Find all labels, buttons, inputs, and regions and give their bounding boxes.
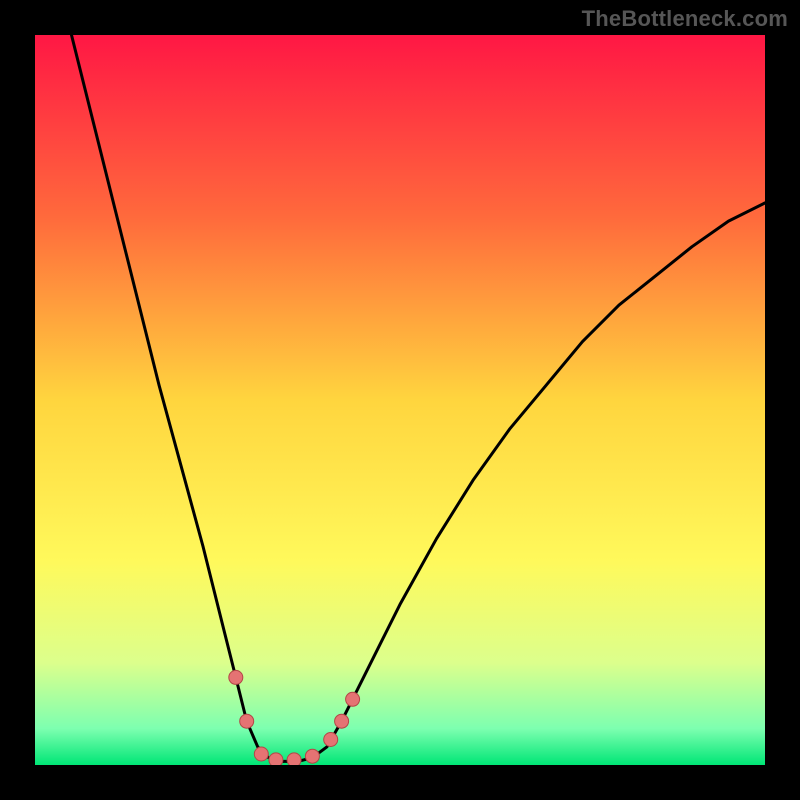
curve-marker (335, 714, 349, 728)
curve-marker (254, 747, 268, 761)
curve-marker (346, 692, 360, 706)
curve-marker (269, 753, 283, 765)
chart-frame: TheBottleneck.com (0, 0, 800, 800)
curve-marker (229, 670, 243, 684)
curve-marker (240, 714, 254, 728)
bottleneck-chart (35, 35, 765, 765)
gradient-background (35, 35, 765, 765)
curve-marker (305, 749, 319, 763)
curve-marker (287, 753, 301, 765)
curve-marker (324, 733, 338, 747)
watermark-text: TheBottleneck.com (582, 6, 788, 32)
